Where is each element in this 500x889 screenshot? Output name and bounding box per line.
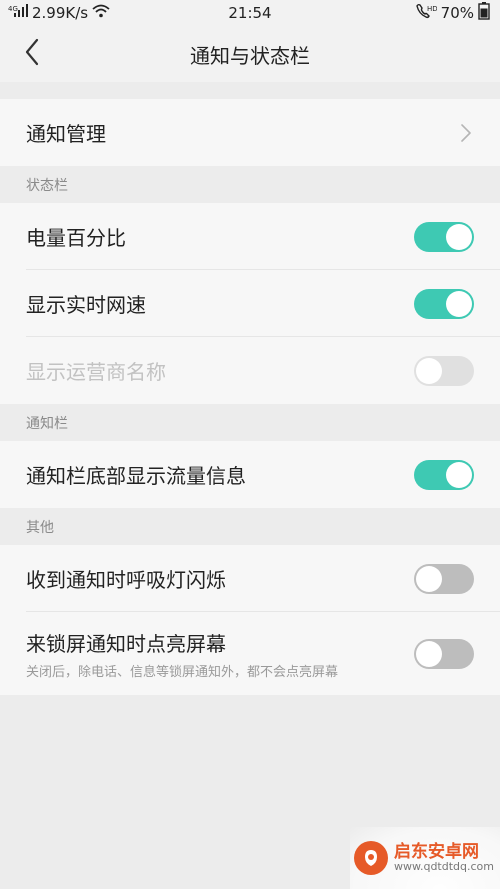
wifi-icon (92, 4, 110, 22)
status-right: HD 70% (415, 2, 490, 24)
lockscreen-wake-description: 关闭后，除电话、信息等锁屏通知外，都不会点亮屏幕 (26, 664, 339, 680)
section-status-bar: 状态栏 (0, 166, 500, 203)
breathing-light-label: 收到通知时呼吸灯闪烁 (26, 568, 226, 592)
page-title: 通知与状态栏 (190, 43, 310, 68)
section-notification-bar: 通知栏 (0, 404, 500, 441)
battery-percent-toggle[interactable] (414, 221, 474, 252)
lockscreen-wake-label: 来锁屏通知时点亮屏幕 (26, 631, 226, 656)
watermark-logo-icon (353, 841, 388, 875)
carrier-name-label: 显示运营商名称 (26, 360, 166, 384)
top-gap (0, 82, 500, 99)
lockscreen-wake-text: 来锁屏通知时点亮屏幕 关闭后，除电话、信息等锁屏通知外，都不会点亮屏幕 (26, 628, 338, 680)
lockscreen-wake-toggle[interactable] (414, 638, 474, 669)
toggle-knob (446, 461, 472, 488)
toggle-knob (416, 357, 442, 384)
realtime-speed-toggle[interactable] (414, 288, 474, 319)
back-button[interactable] (14, 38, 50, 70)
realtime-speed-label: 显示实时网速 (26, 293, 146, 317)
traffic-info-row[interactable]: 通知栏底部显示流量信息 (0, 441, 500, 508)
toggle-knob (446, 290, 472, 317)
battery-percent: 70% (440, 4, 474, 22)
signal-icon: 4G (8, 4, 28, 22)
watermark-name: 启东安卓网 (393, 841, 479, 862)
carrier-name-toggle[interactable] (414, 355, 474, 386)
svg-text:4G: 4G (8, 5, 18, 13)
breathing-light-toggle[interactable] (414, 563, 474, 594)
battery-icon (478, 2, 490, 24)
toggle-knob (446, 223, 472, 250)
notification-manage-label: 通知管理 (26, 122, 106, 146)
network-speed: 2.99K/s (32, 4, 89, 22)
watermark-url: www.qdtdtdq.com (393, 860, 494, 874)
back-arrow-icon (24, 38, 40, 70)
status-bar: 4G 2.99K/s 21:54 HD 70% (0, 0, 500, 26)
nav-bar: 通知与状态栏 (0, 26, 500, 82)
lockscreen-wake-row[interactable]: 来锁屏通知时点亮屏幕 关闭后，除电话、信息等锁屏通知外，都不会点亮屏幕 (0, 612, 500, 695)
breathing-light-row[interactable]: 收到通知时呼吸灯闪烁 (0, 545, 500, 612)
section-other: 其他 (0, 508, 500, 545)
battery-percent-label: 电量百分比 (26, 226, 126, 250)
traffic-info-label: 通知栏底部显示流量信息 (26, 464, 246, 488)
toggle-knob (416, 640, 442, 667)
traffic-info-toggle[interactable] (414, 459, 474, 490)
status-left: 4G 2.99K/s (8, 4, 110, 22)
hd-call-icon: HD (415, 3, 437, 23)
watermark-text: 启东安卓网 www.qdtdtdq.com (393, 841, 494, 874)
carrier-name-row[interactable]: 显示运营商名称 (0, 337, 500, 404)
svg-text:HD: HD (427, 5, 437, 13)
toggle-knob (416, 565, 442, 592)
watermark: 启东安卓网 www.qdtdtdq.com (350, 827, 500, 889)
realtime-speed-row[interactable]: 显示实时网速 (0, 270, 500, 337)
notification-manage-row[interactable]: 通知管理 (0, 99, 500, 166)
chevron-right-icon (460, 123, 474, 143)
battery-percent-row[interactable]: 电量百分比 (0, 203, 500, 270)
